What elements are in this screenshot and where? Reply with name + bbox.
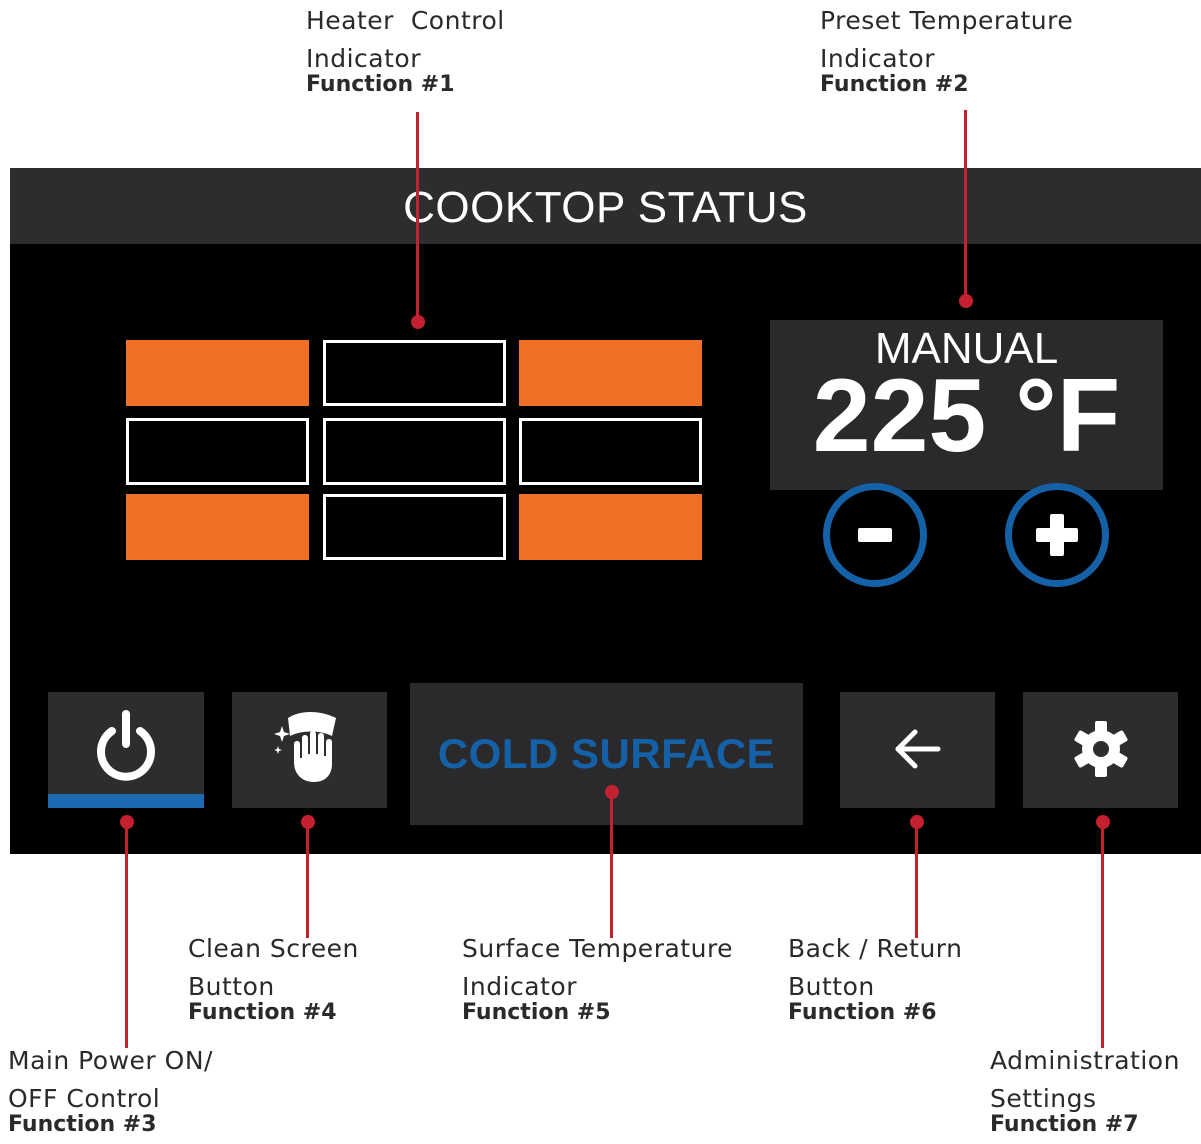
leader-dot-function-5	[605, 785, 619, 799]
leader-line-function-3	[125, 822, 128, 1048]
heater-cell	[126, 340, 309, 406]
settings-button[interactable]	[1023, 692, 1178, 808]
callout-clean-screen-function: Function #4	[188, 1000, 337, 1025]
leader-line-function-1	[416, 112, 419, 322]
callout-heater-control: Heater Control Indicator Function #1	[306, 2, 505, 98]
callout-preset-temperature-line1: Preset Temperature	[820, 6, 1074, 35]
clean-screen-button[interactable]	[232, 692, 387, 808]
heater-cell	[519, 418, 702, 485]
callout-back-return: Back / Return Button Function #6	[788, 930, 962, 1026]
decrease-temperature-button[interactable]	[823, 483, 927, 587]
leader-line-function-7	[1101, 822, 1104, 1048]
heater-cell	[519, 494, 702, 560]
heater-cell	[126, 418, 309, 485]
callout-administration-line1: Administration	[990, 1046, 1180, 1075]
screen-header: COOKTOP STATUS	[10, 168, 1201, 244]
callout-surface-temperature-function: Function #5	[462, 1000, 611, 1025]
callout-preset-temperature-function: Function #2	[820, 72, 969, 97]
callout-main-power: Main Power ON/ OFF Control Function #3	[8, 1042, 213, 1138]
leader-dot-function-6	[910, 815, 924, 829]
callout-back-return-line1: Back / Return	[788, 934, 963, 963]
gear-icon	[1074, 721, 1128, 777]
callout-clean-screen: Clean Screen Button Function #4	[188, 930, 359, 1026]
clean-hand-icon	[274, 712, 336, 782]
heater-cell	[323, 340, 506, 406]
callout-main-power-line1: Main Power ON/	[8, 1046, 213, 1075]
callout-administration-function: Function #7	[990, 1112, 1139, 1137]
heater-cell	[519, 340, 702, 406]
heater-cell	[126, 494, 309, 560]
surface-temperature-indicator: COLD SURFACE	[410, 683, 803, 825]
leader-line-function-2	[964, 110, 967, 302]
leader-dot-function-4	[301, 815, 315, 829]
callout-heater-control-line1: Heater Control	[306, 6, 505, 35]
callout-clean-screen-line1: Clean Screen	[188, 934, 359, 963]
cooktop-screen: COOKTOP STATUS MANUAL 225 °F COLD SURFAC…	[10, 168, 1201, 854]
callout-heater-control-function: Function #1	[306, 72, 455, 97]
callout-surface-temperature-line1: Surface Temperature	[462, 934, 734, 963]
minus-icon	[858, 528, 892, 542]
callout-administration: Administration Settings Function #7	[990, 1042, 1180, 1138]
arrow-left-icon	[895, 729, 941, 769]
leader-dot-function-7	[1096, 815, 1110, 829]
callout-preset-temperature: Preset Temperature Indicator Function #2	[820, 2, 1073, 98]
leader-dot-function-2	[959, 294, 973, 308]
back-button[interactable]	[840, 692, 995, 808]
callout-surface-temperature: Surface Temperature Indicator Function #…	[462, 930, 733, 1026]
leader-line-function-6	[915, 822, 918, 938]
increase-temperature-button[interactable]	[1005, 483, 1109, 587]
heater-cell	[323, 494, 506, 560]
leader-dot-function-3	[120, 815, 134, 829]
heater-cell	[323, 418, 506, 485]
leader-line-function-5	[610, 792, 613, 938]
preset-temperature-display: MANUAL 225 °F	[770, 320, 1163, 490]
leader-dot-function-1	[411, 315, 425, 329]
power-button[interactable]	[48, 692, 204, 808]
preset-temperature-value: 225 °F	[812, 358, 1121, 474]
power-active-indicator	[48, 794, 204, 808]
plus-icon	[1036, 514, 1078, 556]
leader-line-function-4	[306, 822, 309, 938]
screen-title: COOKTOP STATUS	[403, 183, 808, 232]
callout-back-return-function: Function #6	[788, 1000, 937, 1025]
surface-status-text: COLD SURFACE	[437, 730, 776, 777]
power-icon	[97, 710, 155, 781]
callout-main-power-function: Function #3	[8, 1112, 157, 1137]
